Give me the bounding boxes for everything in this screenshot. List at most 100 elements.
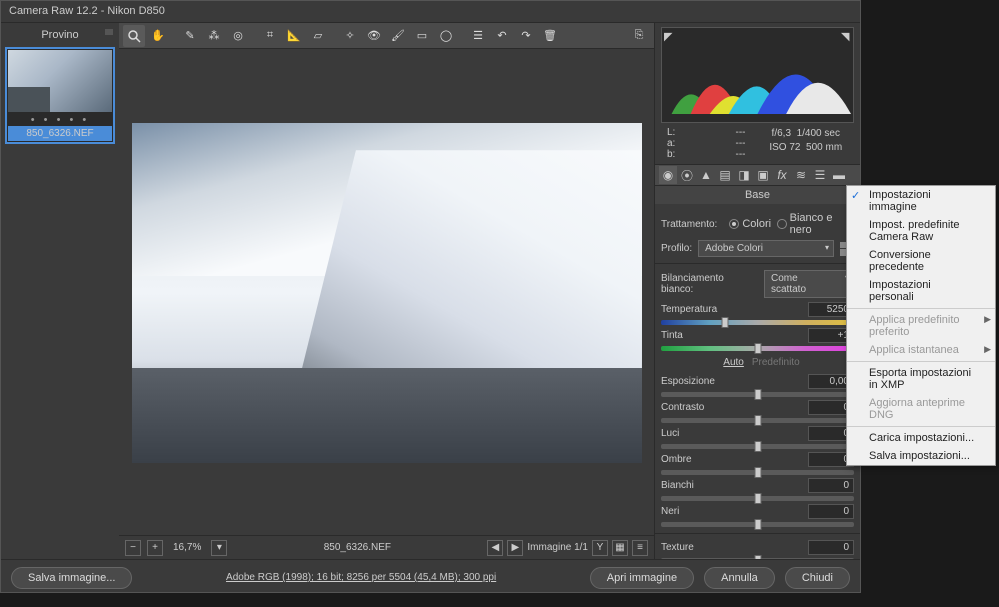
hsl-tab-icon[interactable]: ▤	[716, 166, 734, 184]
zoom-out-icon[interactable]: −	[125, 540, 141, 556]
menu-item[interactable]: Impost. predefinite Camera Raw	[847, 216, 995, 246]
histogram[interactable]: ◤ ◥	[661, 27, 854, 123]
contrast-slider[interactable]: Contrasto 0	[661, 400, 854, 423]
split-tab-icon[interactable]: ◨	[735, 166, 753, 184]
snapshots-tab-icon[interactable]: ▬	[830, 166, 848, 184]
menu-item[interactable]: Esporta impostazioni in XMP	[847, 364, 995, 394]
treatment-bw-radio[interactable]: Bianco e nero	[777, 212, 854, 236]
save-image-button[interactable]: Salva immagine...	[11, 567, 132, 589]
texture-value[interactable]: 0	[808, 540, 854, 555]
calibration-tab-icon[interactable]: ≋	[792, 166, 810, 184]
exposure-label: Esposizione	[661, 376, 715, 387]
lab-b-value: ---	[736, 149, 746, 160]
zoom-dropdown-icon[interactable]: ▾	[211, 540, 227, 556]
white-balance-label: Bilanciamento bianco:	[661, 273, 758, 295]
menu-separator	[847, 308, 995, 309]
default-link[interactable]: Predefinito	[752, 357, 800, 368]
menu-separator	[847, 426, 995, 427]
shadows-slider[interactable]: Ombre 0	[661, 452, 854, 475]
menu-item[interactable]: Carica impostazioni...	[847, 429, 995, 447]
menu-item: Aggiorna anteprime DNG	[847, 394, 995, 424]
menu-item[interactable]: Impostazioni personali	[847, 276, 995, 306]
target-adjust-tool-icon[interactable]: ◎	[227, 25, 249, 47]
prev-image-icon[interactable]: ◀	[487, 540, 503, 556]
menu-item[interactable]: ✓Impostazioni immagine	[847, 186, 995, 216]
statusbar: − + 16,7% ▾ 850_6326.NEF ◀ ▶ Immagine 1/…	[119, 535, 654, 559]
menu-item: Applica istantanea▶	[847, 341, 995, 359]
blacks-value[interactable]: 0	[808, 504, 854, 519]
profile-label: Profilo:	[661, 243, 692, 254]
rotate-ccw-icon[interactable]: ↶	[491, 25, 513, 47]
white-balance-select[interactable]: Come scattato	[764, 270, 854, 298]
temp-label: Temperatura	[661, 304, 717, 315]
list-icon[interactable]: ☰	[467, 25, 489, 47]
hand-tool-icon[interactable]: ✋	[147, 25, 169, 47]
tint-slider[interactable]: Tinta +1	[661, 328, 854, 351]
detail-tab-icon[interactable]: ▲	[697, 166, 715, 184]
profile-select[interactable]: Adobe Colori	[698, 240, 834, 257]
presets-tab-icon[interactable]: ☰	[811, 166, 829, 184]
window-title: Camera Raw 12.2 - Nikon D850	[1, 1, 860, 23]
zoom-value: 16,7%	[169, 542, 205, 553]
tint-label: Tinta	[661, 330, 683, 341]
fx-tab-icon[interactable]: fx	[773, 166, 791, 184]
rotate-cw-icon[interactable]: ↷	[515, 25, 537, 47]
transform-tool-icon[interactable]: ▱	[307, 25, 329, 47]
panel-header: Base	[655, 186, 860, 204]
color-sampler-tool-icon[interactable]: ⁂	[203, 25, 225, 47]
texture-slider[interactable]: Texture 0	[661, 540, 854, 559]
thumbnail[interactable]: • • • • • 850_6326.NEF	[5, 47, 115, 144]
workflow-link[interactable]: Adobe RGB (1998); 16 bit; 8256 per 5504 …	[142, 572, 579, 583]
whites-slider[interactable]: Bianchi 0	[661, 478, 854, 501]
focal-value: 500 mm	[806, 142, 842, 153]
filmstrip-header: Provino	[3, 25, 117, 45]
spot-removal-tool-icon[interactable]: ✧	[339, 25, 361, 47]
zoom-tool-icon[interactable]	[123, 25, 145, 47]
compare-icon[interactable]: Y	[592, 540, 608, 556]
blacks-slider[interactable]: Neri 0	[661, 504, 854, 527]
info-readout: L:--- a:--- b:--- f/6,3 1/400 sec ISO 72…	[661, 127, 854, 160]
crop-tool-icon[interactable]: ⌗	[259, 25, 281, 47]
redeye-tool-icon[interactable]: 👁	[363, 25, 385, 47]
next-image-icon[interactable]: ▶	[507, 540, 523, 556]
brush-tool-icon[interactable]: 🖌	[387, 25, 409, 47]
menu-item[interactable]: Salva impostazioni...	[847, 447, 995, 465]
shadows-label: Ombre	[661, 454, 692, 465]
view-mode-icon[interactable]: ▦	[612, 540, 628, 556]
graduated-filter-tool-icon[interactable]: ▭	[411, 25, 433, 47]
trash-icon[interactable]: 🗑	[539, 25, 561, 47]
open-image-button[interactable]: Apri immagine	[590, 567, 694, 589]
preview-canvas[interactable]	[119, 49, 654, 535]
panel-header-label: Base	[745, 189, 770, 201]
view-options-icon[interactable]: ≡	[632, 540, 648, 556]
lab-L-label: L:	[667, 127, 675, 138]
close-button[interactable]: Chiudi	[785, 567, 850, 589]
thumbnail-image	[8, 50, 112, 112]
lab-L-value: ---	[736, 127, 746, 138]
whites-label: Bianchi	[661, 480, 694, 491]
temp-slider[interactable]: Temperatura 5250	[661, 302, 854, 325]
lab-a-label: a:	[667, 138, 675, 149]
menu-item[interactable]: Conversione precedente	[847, 246, 995, 276]
lens-tab-icon[interactable]: ▣	[754, 166, 772, 184]
panel-body: Trattamento: Colori Bianco e nero Profil…	[655, 204, 860, 559]
straighten-tool-icon[interactable]: 📐	[283, 25, 305, 47]
pager-label: Immagine 1/1	[527, 542, 588, 553]
image-preview	[132, 123, 642, 463]
rating-dots[interactable]: • • • • •	[8, 114, 112, 126]
exposure-slider[interactable]: Esposizione 0,00	[661, 374, 854, 397]
radial-filter-tool-icon[interactable]: ◯	[435, 25, 457, 47]
highlights-slider[interactable]: Luci 0	[661, 426, 854, 449]
basic-tab-icon[interactable]: ◉	[659, 166, 677, 184]
cancel-button[interactable]: Annulla	[704, 567, 775, 589]
white-balance-tool-icon[interactable]: ✎	[179, 25, 201, 47]
zoom-in-icon[interactable]: +	[147, 540, 163, 556]
auto-link[interactable]: Auto	[723, 357, 744, 368]
settings-context-menu: ✓Impostazioni immagine Impost. predefini…	[846, 185, 996, 466]
panel-menu-icon[interactable]	[105, 29, 113, 35]
treatment-color-radio[interactable]: Colori	[729, 218, 771, 230]
whites-value[interactable]: 0	[808, 478, 854, 493]
status-filename: 850_6326.NEF	[233, 542, 481, 553]
curve-tab-icon[interactable]: ⦿	[678, 166, 696, 184]
open-object-icon[interactable]: ⎘	[628, 25, 650, 47]
